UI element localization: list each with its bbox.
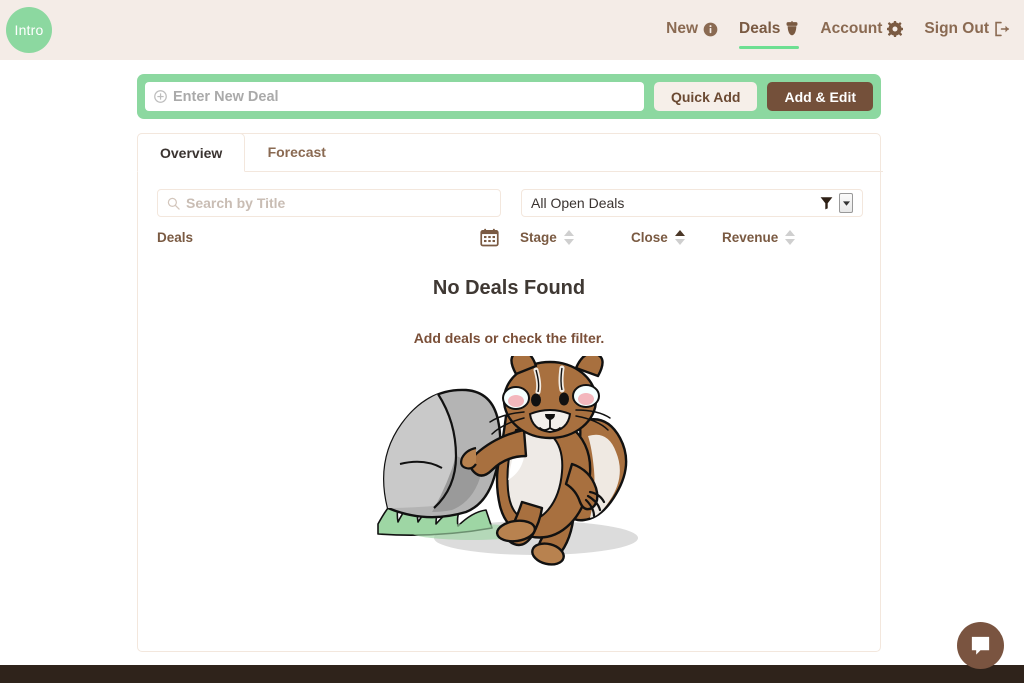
tab-overview-label: Overview: [160, 144, 223, 161]
search-icon: [167, 197, 180, 210]
add-and-edit-button[interactable]: Add & Edit: [767, 82, 873, 111]
info-circle-icon: [703, 22, 718, 37]
deal-filter-caret-button[interactable]: [839, 193, 853, 213]
column-header-revenue-label: Revenue: [722, 230, 779, 245]
column-header-stage[interactable]: Stage: [520, 230, 574, 245]
add-and-edit-label: Add & Edit: [784, 88, 856, 105]
sort-control-close[interactable]: [674, 230, 685, 245]
empty-state-title: No Deals Found: [432, 277, 586, 299]
deals-card: Overview Forecast Search by Title All Op…: [137, 133, 883, 652]
sort-desc-icon: [563, 239, 574, 245]
funnel-icon: [820, 196, 833, 210]
sort-asc-icon: [563, 230, 574, 236]
intro-badge-label: Intro: [14, 22, 44, 38]
empty-state-subtitle: Add deals or check the filter.: [413, 330, 605, 346]
sort-control-revenue[interactable]: [785, 230, 796, 245]
card-tabs: Overview Forecast: [137, 133, 883, 172]
quick-add-label: Quick Add: [670, 88, 741, 105]
tab-overview[interactable]: Overview: [137, 133, 246, 172]
search-input[interactable]: Search by Title: [157, 189, 501, 217]
nav-item-sign-out[interactable]: Sign Out: [924, 20, 1010, 40]
deals-table-header: Deals Stage Close Revenue: [157, 228, 861, 264]
chevron-down-icon: [842, 200, 850, 206]
tab-forecast[interactable]: Forecast: [245, 133, 348, 171]
tab-forecast-label: Forecast: [267, 144, 326, 160]
main-nav: New Deals Account Sign Out: [666, 0, 1010, 60]
sort-desc-icon: [674, 239, 685, 245]
column-header-deals-label: Deals: [157, 230, 194, 245]
sign-out-icon: [994, 21, 1010, 37]
nav-item-new-label: New: [666, 20, 699, 37]
plus-circle-icon: [154, 90, 167, 103]
column-header-close[interactable]: Close: [631, 230, 685, 245]
app-header: Intro New Deals Account Sign Out: [0, 0, 1024, 60]
chat-bubble-icon: [969, 634, 992, 657]
nav-active-underline: [739, 46, 800, 49]
nav-item-new[interactable]: New: [666, 20, 718, 40]
chat-widget-button[interactable]: [957, 622, 1004, 669]
filter-row: Search by Title All Open Deals: [157, 189, 863, 217]
new-deal-input[interactable]: Enter New Deal: [145, 82, 644, 111]
new-deal-bar: Enter New Deal Quick Add Add & Edit: [137, 74, 881, 119]
nav-item-sign-out-label: Sign Out: [924, 20, 989, 37]
gear-icon: [887, 21, 904, 37]
intro-badge[interactable]: Intro: [6, 7, 52, 53]
column-header-revenue[interactable]: Revenue: [722, 230, 796, 245]
nav-item-account[interactable]: Account: [820, 20, 904, 40]
column-header-close-label: Close: [631, 230, 668, 245]
calendar-icon[interactable]: [480, 228, 499, 252]
nav-item-deals[interactable]: Deals: [739, 20, 800, 49]
new-deal-placeholder: Enter New Deal: [173, 88, 279, 105]
sort-control-stage[interactable]: [563, 230, 574, 245]
column-header-stage-label: Stage: [520, 230, 557, 245]
sort-desc-icon: [785, 239, 796, 245]
sort-asc-icon: [785, 230, 796, 236]
sort-asc-icon: [674, 230, 685, 236]
footer-bar: [0, 665, 1024, 683]
acorn-icon: [785, 21, 799, 37]
deal-filter-select[interactable]: All Open Deals: [521, 189, 863, 217]
deal-filter-value: All Open Deals: [531, 195, 625, 211]
column-header-deals[interactable]: Deals: [157, 230, 193, 245]
nav-item-deals-label: Deals: [739, 20, 781, 37]
quick-add-button[interactable]: Quick Add: [653, 82, 758, 111]
squirrel-leaning-on-rock-illustration: [364, 350, 654, 576]
nav-item-account-label: Account: [820, 20, 883, 37]
search-placeholder: Search by Title: [186, 195, 286, 211]
